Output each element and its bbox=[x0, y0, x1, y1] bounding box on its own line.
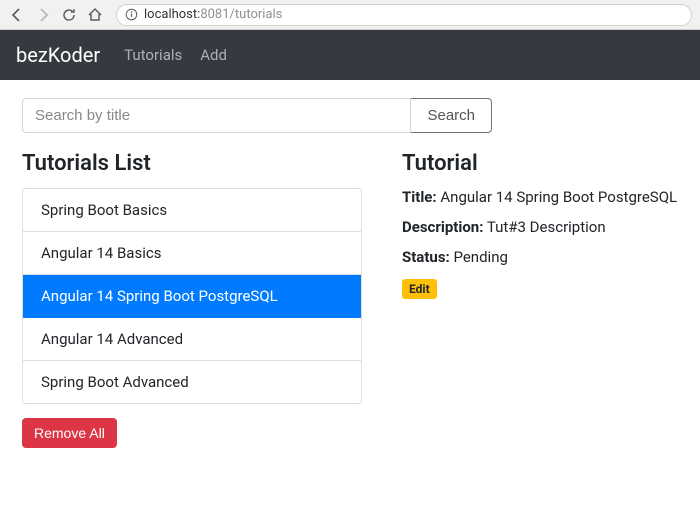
detail-status: Status: Pending bbox=[402, 248, 678, 266]
list-item[interactable]: Angular 14 Spring Boot PostgreSQL bbox=[23, 275, 361, 318]
right-column: Tutorial Title: Angular 14 Spring Boot P… bbox=[402, 151, 678, 448]
forward-icon[interactable] bbox=[34, 6, 52, 24]
left-column: Tutorials List Spring Boot Basics Angula… bbox=[22, 151, 362, 448]
detail-description: Description: Tut#3 Description bbox=[402, 218, 678, 236]
list-item[interactable]: Spring Boot Basics bbox=[23, 189, 361, 232]
nav-link-tutorials[interactable]: Tutorials bbox=[124, 46, 182, 64]
browser-toolbar: localhost:8081/tutorials bbox=[0, 0, 700, 30]
list-item[interactable]: Angular 14 Basics bbox=[23, 232, 361, 275]
tutorials-list: Spring Boot Basics Angular 14 Basics Ang… bbox=[22, 188, 362, 404]
list-item[interactable]: Angular 14 Advanced bbox=[23, 318, 361, 361]
home-icon[interactable] bbox=[86, 6, 104, 24]
edit-button[interactable]: Edit bbox=[402, 279, 437, 299]
address-bar[interactable]: localhost:8081/tutorials bbox=[116, 4, 692, 26]
detail-title: Title: Angular 14 Spring Boot PostgreSQL bbox=[402, 188, 678, 206]
remove-all-button[interactable]: Remove All bbox=[22, 418, 117, 448]
main-container: Search Tutorials List Spring Boot Basics… bbox=[0, 80, 700, 466]
url-text: localhost:8081/tutorials bbox=[144, 7, 282, 22]
back-icon[interactable] bbox=[8, 6, 26, 24]
search-input[interactable] bbox=[22, 98, 411, 133]
app-navbar: bezKoder Tutorials Add bbox=[0, 30, 700, 80]
list-heading: Tutorials List bbox=[22, 151, 362, 176]
brand[interactable]: bezKoder bbox=[16, 43, 100, 67]
list-item[interactable]: Spring Boot Advanced bbox=[23, 361, 361, 403]
search-row: Search bbox=[22, 98, 492, 133]
info-icon bbox=[125, 8, 138, 21]
nav-link-add[interactable]: Add bbox=[200, 46, 227, 64]
search-button[interactable]: Search bbox=[411, 98, 492, 133]
reload-icon[interactable] bbox=[60, 6, 78, 24]
detail-heading: Tutorial bbox=[402, 151, 678, 176]
